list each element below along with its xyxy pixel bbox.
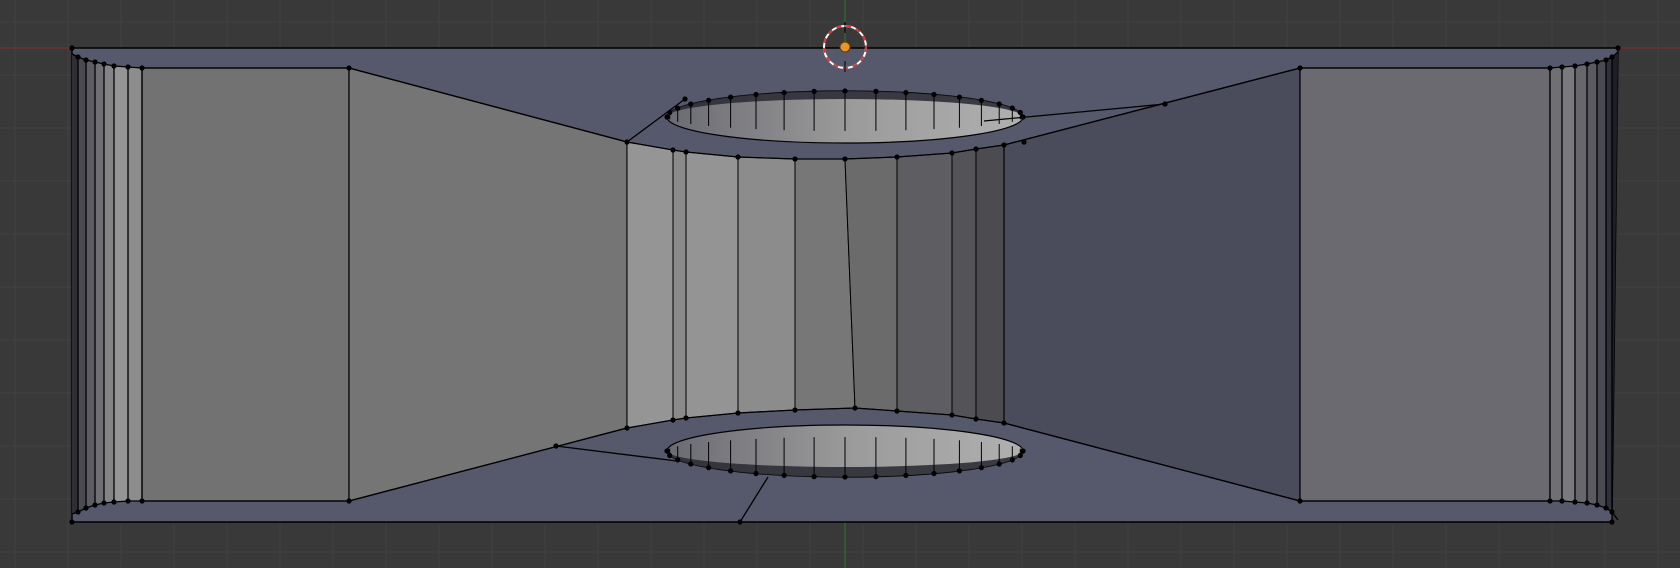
center-cylinder[interactable] [626,141,1005,429]
bottom-hole[interactable] [665,422,1025,482]
left-panel-face[interactable] [141,67,350,502]
mesh-object[interactable] [69,45,1621,525]
left-edge-strips[interactable] [72,54,142,514]
left-taper-face[interactable] [348,67,628,502]
right-panel-face[interactable] [1299,67,1551,502]
object-origin[interactable] [839,41,851,53]
viewport-canvas[interactable] [0,0,1680,568]
3d-viewport[interactable] [0,0,1680,568]
right-edge-strips[interactable] [1550,52,1618,518]
top-hole[interactable] [665,88,1025,148]
